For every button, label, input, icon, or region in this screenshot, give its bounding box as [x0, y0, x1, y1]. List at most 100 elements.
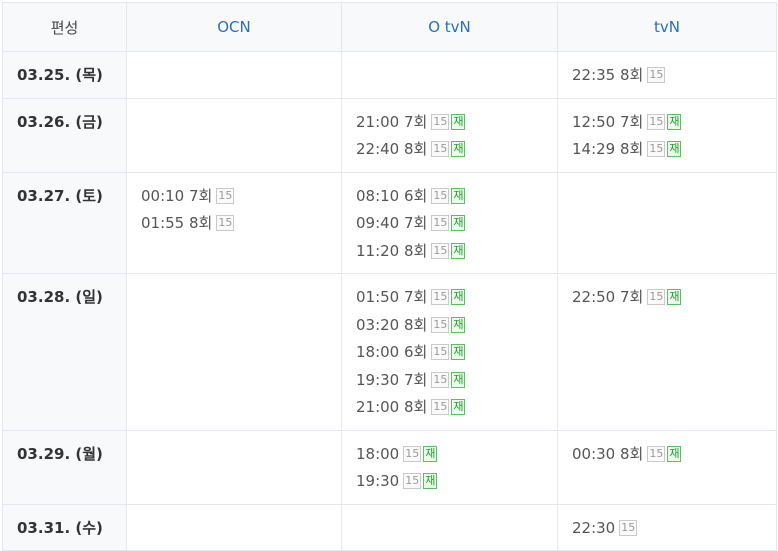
airing-entry[interactable]: 22:30 15: [572, 515, 776, 543]
airing-time: 19:30: [356, 370, 400, 389]
airing-entry[interactable]: 09:40 7회 15 재: [356, 210, 557, 238]
airing-time: 21:00: [356, 112, 400, 131]
airing-entry[interactable]: 14:29 8회 15 재: [572, 136, 776, 164]
airing-entry[interactable]: 22:40 8회 15 재: [356, 136, 557, 164]
rerun-badge: 재: [451, 316, 466, 333]
episode-number: 8회: [404, 140, 428, 158]
schedule-cell-tvn: [557, 171, 777, 274]
airing-entry[interactable]: 03:20 8회 15 재: [356, 312, 557, 340]
airing-entry[interactable]: 01:50 7회 15 재: [356, 284, 557, 312]
date-cell: 03.28. (일): [2, 273, 127, 431]
airing-time: 19:30: [356, 472, 400, 490]
schedule-cell-ocn: [126, 51, 342, 99]
schedule-cell-ocn: [126, 429, 342, 505]
table-row: 03.31. (수) 22:30 15: [2, 503, 777, 551]
broadcast-schedule-table: 편성 OCN O tvN tvN 03.25. (목) 22:35 8회 15 03.…: [2, 2, 777, 551]
age-rating-badge: 15: [647, 289, 666, 305]
episode-number: 7회: [404, 370, 428, 389]
header-schedule-label: 편성: [2, 2, 127, 52]
airing-entry[interactable]: 00:30 8회 15 재: [572, 441, 776, 469]
airing-time: 18:00: [356, 343, 400, 361]
airing-entry[interactable]: 00:10 7회 15: [141, 183, 341, 211]
schedule-cell-otvn: 01:50 7회 15 재 03:20 8회 15 재 18:00 6회 15 재 19:30 7…: [341, 273, 558, 431]
schedule-cell-otvn: 08:10 6회 15 재 09:40 7회 15 재 11:20 8회 15 재: [341, 171, 558, 274]
airing-entry[interactable]: 08:10 6회 15 재: [356, 183, 557, 211]
airing-time: 03:20: [356, 315, 400, 334]
schedule-cell-ocn: [126, 273, 342, 431]
airing-time: 01:55: [141, 214, 185, 232]
airing-entry[interactable]: 21:00 7회 15 재: [356, 109, 557, 137]
airing-time: 22:35: [572, 66, 616, 84]
header-channel-ocn[interactable]: OCN: [126, 2, 342, 52]
rerun-badge: 재: [451, 187, 466, 204]
rerun-badge: 재: [667, 141, 682, 157]
episode-number: 7회: [620, 112, 644, 131]
date-cell: 03.27. (토): [2, 171, 127, 274]
schedule-cell-otvn: [341, 51, 558, 99]
age-rating-badge: 15: [619, 519, 638, 536]
episode-number: 7회: [404, 214, 428, 232]
table-row: 03.25. (목) 22:35 8회 15: [2, 51, 777, 99]
airing-entry[interactable]: 11:20 8회 15 재: [356, 238, 557, 266]
airing-entry[interactable]: 12:50 7회 15 재: [572, 109, 776, 137]
age-rating-badge: 15: [431, 187, 450, 204]
episode-number: 8회: [404, 398, 428, 416]
header-channel-tvn[interactable]: tvN: [557, 2, 777, 52]
age-rating-badge: 15: [647, 67, 666, 83]
airing-time: 00:30: [572, 444, 616, 463]
episode-number: 8회: [404, 241, 428, 260]
age-rating-badge: 15: [431, 215, 450, 231]
episode-number: 7회: [189, 186, 213, 205]
airing-time: 08:10: [356, 186, 400, 205]
airing-time: 21:00: [356, 398, 400, 416]
airing-entry[interactable]: 22:50 7회 15 재: [572, 284, 776, 312]
airing-time: 09:40: [356, 214, 400, 232]
airing-entry[interactable]: 19:30 15 재: [356, 468, 557, 496]
rerun-badge: 재: [451, 289, 466, 305]
rerun-badge: 재: [451, 344, 466, 360]
schedule-body: 03.25. (목) 22:35 8회 15 03.26. (금) 21:00 7회 15…: [2, 51, 777, 551]
airing-entry[interactable]: 22:35 8회 15: [572, 62, 776, 90]
age-rating-badge: 15: [431, 371, 450, 388]
airing-time: 22:30: [572, 518, 616, 537]
age-rating-badge: 15: [431, 242, 450, 259]
table-row: 03.28. (일) 01:50 7회 15 재 03:20 8회 15 재 18:00 6회…: [2, 273, 777, 431]
airing-entry[interactable]: 18:00 6회 15 재: [356, 339, 557, 367]
airing-time: 18:00: [356, 444, 400, 463]
table-row: 03.26. (금) 21:00 7회 15 재 22:40 8회 15 재 12:50 7회…: [2, 97, 777, 173]
age-rating-badge: 15: [216, 187, 235, 204]
rerun-badge: 재: [451, 242, 466, 259]
airing-time: 11:20: [356, 241, 400, 260]
airing-time: 22:40: [356, 140, 400, 158]
rerun-badge: 재: [451, 371, 466, 388]
airing-time: 01:50: [356, 288, 400, 306]
rerun-badge: 재: [451, 215, 466, 231]
airing-entry[interactable]: 01:55 8회 15: [141, 210, 341, 238]
header-channel-otvn[interactable]: O tvN: [341, 2, 558, 52]
age-rating-badge: 15: [431, 316, 450, 333]
age-rating-badge: 15: [647, 445, 666, 462]
age-rating-badge: 15: [403, 445, 422, 462]
age-rating-badge: 15: [431, 141, 450, 157]
schedule-cell-ocn: [126, 503, 342, 551]
age-rating-badge: 15: [431, 344, 450, 360]
age-rating-badge: 15: [647, 141, 666, 157]
schedule-cell-tvn: 00:30 8회 15 재: [557, 429, 777, 505]
episode-number: 7회: [404, 288, 428, 306]
age-rating-badge: 15: [431, 113, 450, 130]
rerun-badge: 재: [451, 141, 466, 157]
airing-time: 14:29: [572, 140, 616, 158]
airing-entry[interactable]: 21:00 8회 15 재: [356, 394, 557, 422]
age-rating-badge: 15: [647, 113, 666, 130]
schedule-cell-ocn: [126, 97, 342, 173]
airing-entry[interactable]: 19:30 7회 15 재: [356, 367, 557, 395]
episode-number: 8회: [620, 140, 644, 158]
schedule-cell-otvn: 21:00 7회 15 재 22:40 8회 15 재: [341, 97, 558, 173]
date-cell: 03.29. (월): [2, 429, 127, 505]
schedule-cell-tvn: 22:50 7회 15 재: [557, 273, 777, 431]
age-rating-badge: 15: [431, 289, 450, 305]
date-cell: 03.25. (목): [2, 51, 127, 99]
rerun-badge: 재: [451, 113, 466, 130]
schedule-cell-tvn: 22:30 15: [557, 503, 777, 551]
airing-entry[interactable]: 18:00 15 재: [356, 441, 557, 469]
